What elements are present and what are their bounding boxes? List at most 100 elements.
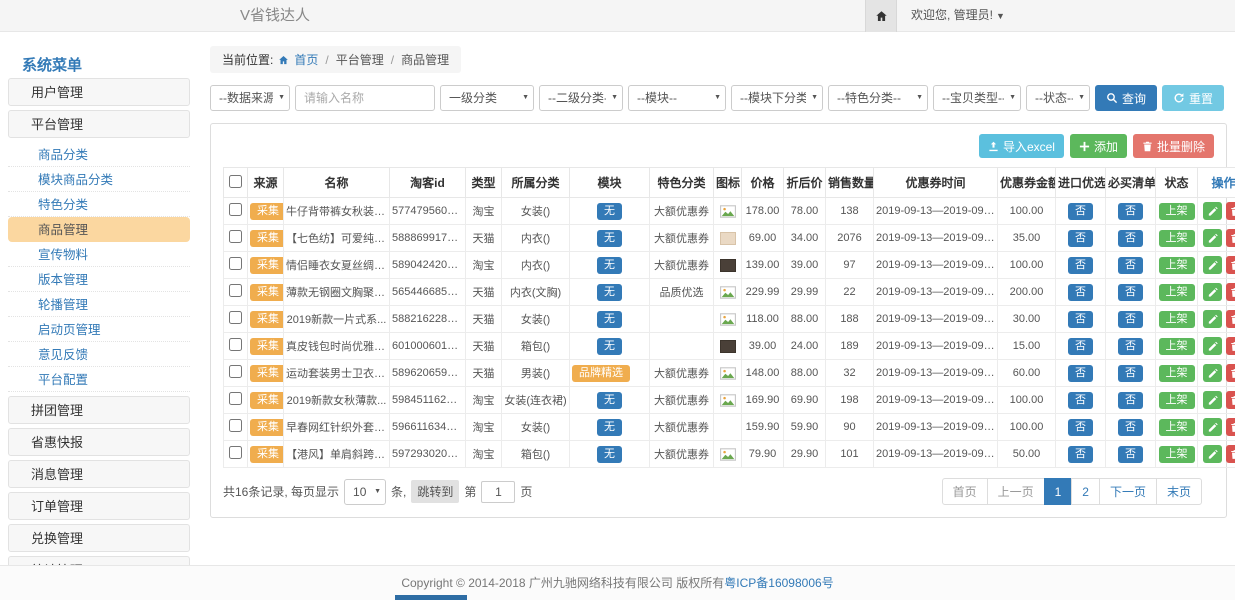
status-badge[interactable]: 上架 bbox=[1159, 257, 1195, 274]
module-badge[interactable]: 无 bbox=[597, 284, 622, 301]
sidebar-subitem-1[interactable]: 模块商品分类 bbox=[8, 167, 190, 192]
module-badge[interactable]: 无 bbox=[597, 257, 622, 274]
status-badge[interactable]: 上架 bbox=[1159, 419, 1195, 436]
breadcrumb-home-link[interactable]: 首页 bbox=[294, 51, 318, 68]
delete-button[interactable] bbox=[1226, 229, 1235, 247]
reset-button[interactable]: 重置 bbox=[1162, 85, 1224, 111]
edit-button[interactable] bbox=[1203, 364, 1222, 382]
delete-button[interactable] bbox=[1226, 283, 1235, 301]
status-badge[interactable]: 上架 bbox=[1159, 365, 1195, 382]
sidebar-section-4[interactable]: 消息管理 bbox=[8, 460, 190, 488]
batch-delete-button[interactable]: 批量删除 bbox=[1133, 134, 1214, 158]
must-buy-toggle-badge[interactable]: 否 bbox=[1118, 419, 1143, 436]
import-toggle-badge[interactable]: 否 bbox=[1068, 284, 1093, 301]
row-checkbox[interactable] bbox=[229, 311, 242, 324]
filter-select-4[interactable]: --模块-- bbox=[628, 85, 726, 111]
jump-to-button[interactable]: 跳转到 bbox=[411, 480, 459, 503]
sidebar-subitem-6[interactable]: 轮播管理 bbox=[8, 292, 190, 317]
edit-button[interactable] bbox=[1203, 283, 1222, 301]
sidebar-section-5[interactable]: 订单管理 bbox=[8, 492, 190, 520]
delete-button[interactable] bbox=[1226, 445, 1235, 463]
select-all-checkbox[interactable] bbox=[229, 175, 242, 188]
page-button-下一页[interactable]: 下一页 bbox=[1099, 478, 1157, 505]
import-toggle-badge[interactable]: 否 bbox=[1068, 230, 1093, 247]
must-buy-toggle-badge[interactable]: 否 bbox=[1118, 338, 1143, 355]
sidebar-subitem-9[interactable]: 平台配置 bbox=[8, 367, 190, 392]
must-buy-toggle-badge[interactable]: 否 bbox=[1118, 203, 1143, 220]
page-button-末页[interactable]: 末页 bbox=[1156, 478, 1202, 505]
delete-button[interactable] bbox=[1226, 364, 1235, 382]
delete-button[interactable] bbox=[1226, 256, 1235, 274]
filter-select-5[interactable]: --模块下分类-- bbox=[731, 85, 823, 111]
sidebar-section-6[interactable]: 兑换管理 bbox=[8, 524, 190, 552]
sidebar-section-1[interactable]: 平台管理 bbox=[8, 110, 190, 138]
row-checkbox[interactable] bbox=[229, 338, 242, 351]
user-menu[interactable]: 欢迎您, 管理员!▼ bbox=[897, 0, 1019, 32]
page-number-input[interactable] bbox=[481, 481, 515, 503]
edit-button[interactable] bbox=[1203, 229, 1222, 247]
filter-select-8[interactable]: --状态-- bbox=[1026, 85, 1090, 111]
search-button[interactable]: 查询 bbox=[1095, 85, 1157, 111]
must-buy-toggle-badge[interactable]: 否 bbox=[1118, 257, 1143, 274]
module-badge[interactable]: 无 bbox=[597, 446, 622, 463]
home-button[interactable] bbox=[865, 0, 897, 32]
sidebar-section-7[interactable]: 统计管理 bbox=[8, 556, 190, 565]
import-toggle-badge[interactable]: 否 bbox=[1068, 257, 1093, 274]
row-checkbox[interactable] bbox=[229, 257, 242, 270]
sidebar-subitem-7[interactable]: 启动页管理 bbox=[8, 317, 190, 342]
filter-select-3[interactable]: --二级分类-- bbox=[539, 85, 623, 111]
icp-link[interactable]: 粤ICP备16098006号 bbox=[724, 576, 833, 590]
module-badge[interactable]: 无 bbox=[597, 419, 622, 436]
import-toggle-badge[interactable]: 否 bbox=[1068, 338, 1093, 355]
import-toggle-badge[interactable]: 否 bbox=[1068, 446, 1093, 463]
add-button[interactable]: 添加 bbox=[1070, 134, 1127, 158]
sidebar-subitem-3[interactable]: 商品管理 bbox=[8, 217, 190, 242]
import-toggle-badge[interactable]: 否 bbox=[1068, 203, 1093, 220]
import-toggle-badge[interactable]: 否 bbox=[1068, 419, 1093, 436]
page-button-上一页[interactable]: 上一页 bbox=[987, 478, 1045, 505]
row-checkbox[interactable] bbox=[229, 365, 242, 378]
module-badge[interactable]: 无 bbox=[597, 338, 622, 355]
sidebar-section-2[interactable]: 拼团管理 bbox=[8, 396, 190, 424]
must-buy-toggle-badge[interactable]: 否 bbox=[1118, 365, 1143, 382]
sidebar-subitem-2[interactable]: 特色分类 bbox=[8, 192, 190, 217]
must-buy-toggle-badge[interactable]: 否 bbox=[1118, 311, 1143, 328]
edit-button[interactable] bbox=[1203, 445, 1222, 463]
filter-select-0[interactable]: --数据来源-- bbox=[210, 85, 290, 111]
status-badge[interactable]: 上架 bbox=[1159, 338, 1195, 355]
filter-select-6[interactable]: --特色分类-- bbox=[828, 85, 928, 111]
edit-button[interactable] bbox=[1203, 256, 1222, 274]
row-checkbox[interactable] bbox=[229, 230, 242, 243]
import-excel-button[interactable]: 导入excel bbox=[979, 134, 1064, 158]
module-badge[interactable]: 无 bbox=[597, 203, 622, 220]
row-checkbox[interactable] bbox=[229, 446, 242, 459]
edit-button[interactable] bbox=[1203, 337, 1222, 355]
sidebar-section-0[interactable]: 用户管理 bbox=[8, 78, 190, 106]
search-name-input[interactable] bbox=[295, 85, 435, 111]
must-buy-toggle-badge[interactable]: 否 bbox=[1118, 284, 1143, 301]
delete-button[interactable] bbox=[1226, 391, 1235, 409]
delete-button[interactable] bbox=[1226, 310, 1235, 328]
status-badge[interactable]: 上架 bbox=[1159, 392, 1195, 409]
filter-select-7[interactable]: --宝贝类型-- bbox=[933, 85, 1021, 111]
page-button-1[interactable]: 1 bbox=[1044, 478, 1073, 505]
delete-button[interactable] bbox=[1226, 337, 1235, 355]
module-badge[interactable]: 无 bbox=[597, 392, 622, 409]
edit-button[interactable] bbox=[1203, 418, 1222, 436]
sidebar-subitem-5[interactable]: 版本管理 bbox=[8, 267, 190, 292]
row-checkbox[interactable] bbox=[229, 419, 242, 432]
module-badge[interactable]: 品牌精选 bbox=[572, 365, 630, 382]
import-toggle-badge[interactable]: 否 bbox=[1068, 392, 1093, 409]
sidebar-subitem-4[interactable]: 宣传物料 bbox=[8, 242, 190, 267]
page-button-首页[interactable]: 首页 bbox=[942, 478, 988, 505]
must-buy-toggle-badge[interactable]: 否 bbox=[1118, 392, 1143, 409]
delete-button[interactable] bbox=[1226, 418, 1235, 436]
import-toggle-badge[interactable]: 否 bbox=[1068, 311, 1093, 328]
status-badge[interactable]: 上架 bbox=[1159, 311, 1195, 328]
edit-button[interactable] bbox=[1203, 310, 1222, 328]
must-buy-toggle-badge[interactable]: 否 bbox=[1118, 230, 1143, 247]
row-checkbox[interactable] bbox=[229, 392, 242, 405]
edit-button[interactable] bbox=[1203, 391, 1222, 409]
page-button-2[interactable]: 2 bbox=[1071, 478, 1100, 505]
status-badge[interactable]: 上架 bbox=[1159, 446, 1195, 463]
